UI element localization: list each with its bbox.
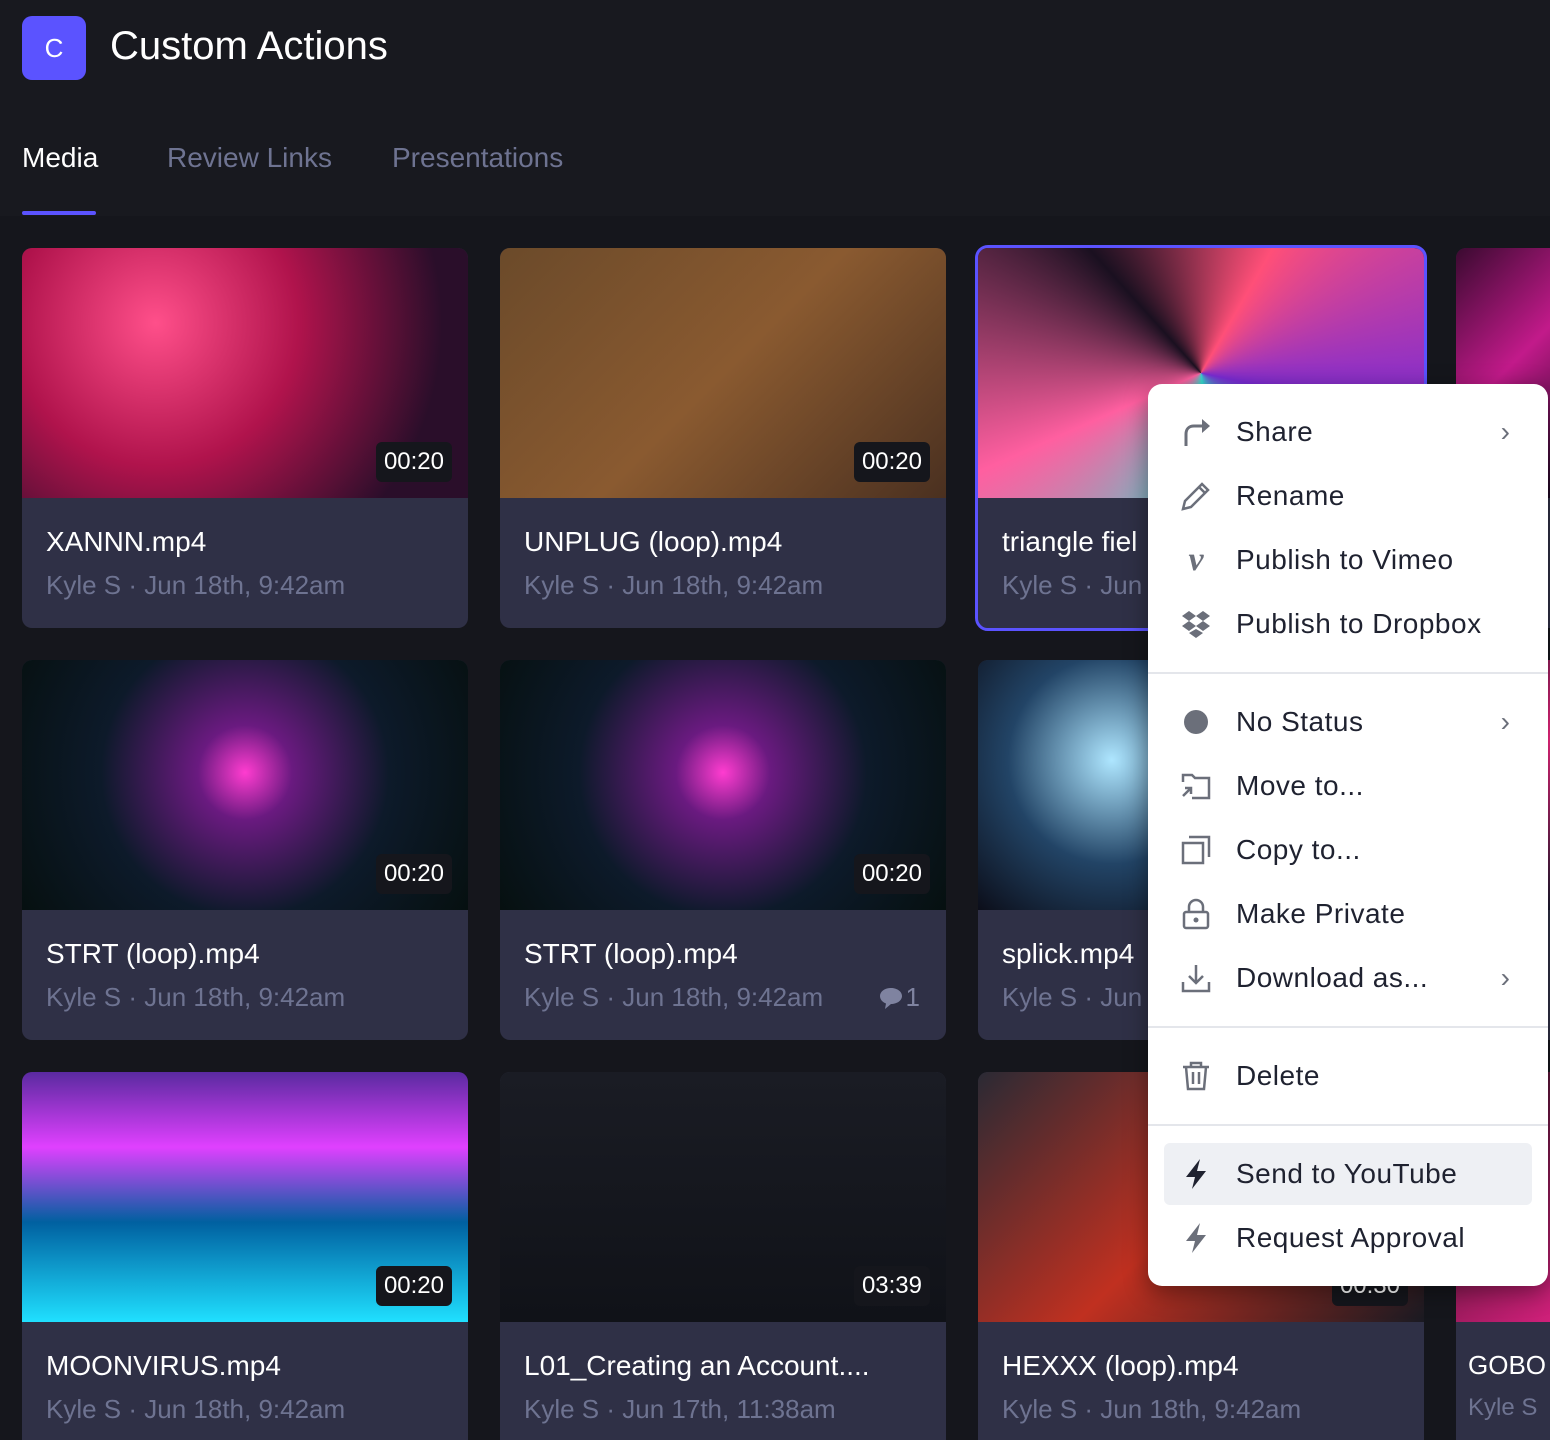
file-meta: Kyle S · Jun 18th, 9:42am [46, 570, 346, 600]
menu-item-request-approval[interactable]: Request Approval [1164, 1207, 1532, 1269]
file-meta: Kyle S [1468, 1394, 1538, 1421]
duration-badge: 00:20 [375, 1266, 452, 1306]
chevron-right-icon: › [1500, 416, 1510, 447]
chevron-right-icon: › [1500, 706, 1510, 737]
menu-label: Send to YouTube [1236, 1158, 1458, 1189]
vimeo-icon: v [1188, 541, 1204, 578]
share-arrow-icon [1178, 416, 1214, 448]
file-name: GOBO [1468, 1350, 1547, 1380]
tab-review-links[interactable]: Review Links [167, 142, 332, 174]
chevron-right-icon: › [1500, 962, 1510, 993]
duration-badge: 00:20 [853, 442, 930, 482]
media-card[interactable]: 00:20 MOONVIRUS.mp4 Kyle S · Jun 18th, 9:4… [22, 1072, 468, 1440]
file-name: MOONVIRUS.mp4 [46, 1350, 281, 1381]
project-avatar[interactable]: C [22, 16, 86, 80]
menu-label: Rename [1236, 480, 1345, 511]
file-name: splick.mp4 [1002, 938, 1135, 969]
header: C Custom Actions Media Review Links Pres… [0, 0, 1550, 216]
file-name: STRT (loop).mp4 [524, 938, 738, 969]
menu-label: Copy to... [1236, 834, 1361, 865]
menu-item-rename[interactable]: Rename [1164, 465, 1532, 527]
duration-badge: 03:39 [853, 1266, 930, 1306]
media-card[interactable]: 00:20 XANNN.mp4 Kyle S · Jun 18th, 9:42am [22, 248, 468, 628]
duration-badge: 00:20 [375, 442, 452, 482]
comment-count-value: 1 [905, 982, 920, 1012]
menu-item-copy[interactable]: Copy to... [1164, 819, 1532, 881]
lightning-icon [1178, 1158, 1214, 1190]
media-card[interactable]: 00:20 UNPLUG (loop).mp4 Kyle S · Jun 18th,… [500, 248, 946, 628]
file-name: UNPLUG (loop).mp4 [524, 526, 783, 557]
file-meta: Kyle S · Jun [1002, 982, 1143, 1012]
menu-label: No Status [1236, 706, 1364, 737]
file-name: STRT (loop).mp4 [46, 938, 260, 969]
file-meta: Kyle S · Jun 18th, 9:42am [524, 570, 824, 600]
lightning-icon [1178, 1222, 1214, 1254]
duration-badge: 00:20 [853, 854, 930, 894]
menu-label: Request Approval [1236, 1222, 1466, 1253]
file-meta: Kyle S · Jun 18th, 9:42am [1002, 1394, 1302, 1424]
status-dot-icon [1178, 708, 1214, 736]
menu-divider [1148, 1026, 1548, 1028]
media-card[interactable]: 00:20 STRT (loop).mp4 Kyle S · Jun 18th, 9… [500, 660, 946, 1040]
menu-item-delete[interactable]: Delete [1164, 1045, 1532, 1107]
file-meta: Kyle S · Jun 18th, 9:42am [46, 1394, 346, 1424]
pencil-icon [1178, 480, 1214, 512]
page-title: Custom Actions [110, 24, 388, 68]
lock-icon [1178, 898, 1214, 930]
tab-presentations[interactable]: Presentations [392, 142, 563, 174]
file-meta: Kyle S · Jun [1002, 570, 1143, 600]
file-name: triangle fiel [1002, 526, 1138, 557]
menu-item-send-youtube[interactable]: Send to YouTube [1164, 1143, 1532, 1205]
tab-media[interactable]: Media [22, 142, 98, 174]
move-folder-icon [1178, 770, 1214, 802]
menu-label: Publish to Vimeo [1236, 544, 1454, 575]
menu-label: Download as... [1236, 962, 1429, 993]
comment-count[interactable]: 1 [878, 982, 920, 1013]
dropbox-icon [1178, 608, 1214, 640]
menu-label: Publish to Dropbox [1236, 608, 1482, 639]
menu-divider [1148, 1124, 1548, 1126]
menu-item-publish-vimeo[interactable]: v Publish to Vimeo [1164, 529, 1532, 591]
menu-item-status[interactable]: No Status › [1164, 691, 1532, 753]
media-card[interactable]: 03:39 L01_Creating an Account.... Kyle S ·… [500, 1072, 946, 1440]
menu-item-move[interactable]: Move to... [1164, 755, 1532, 817]
comment-bubble-icon [879, 987, 902, 1009]
duration-badge: 00:20 [375, 854, 452, 894]
file-name: L01_Creating an Account.... [524, 1350, 870, 1381]
menu-item-share[interactable]: Share › [1164, 401, 1532, 463]
active-tab-indicator [22, 211, 96, 215]
context-menu: Share › Rename v Publish to Vimeo Publish … [1148, 384, 1548, 1286]
file-name: HEXXX (loop).mp4 [1002, 1350, 1239, 1381]
menu-divider [1148, 672, 1548, 674]
menu-label: Delete [1236, 1060, 1320, 1091]
file-name: XANNN.mp4 [46, 526, 207, 557]
file-meta: Kyle S · Jun 17th, 11:38am [524, 1394, 836, 1424]
menu-item-download[interactable]: Download as... › [1164, 947, 1532, 1009]
file-meta: Kyle S · Jun 18th, 9:42am [46, 982, 346, 1012]
trash-icon [1178, 1060, 1214, 1092]
menu-label: Make Private [1236, 898, 1406, 929]
menu-item-make-private[interactable]: Make Private [1164, 883, 1532, 945]
media-card[interactable]: 00:20 STRT (loop).mp4 Kyle S · Jun 18th, 9… [22, 660, 468, 1040]
menu-label: Move to... [1236, 770, 1364, 801]
copy-icon [1178, 834, 1214, 866]
download-icon [1178, 962, 1214, 994]
menu-label: Share [1236, 416, 1314, 447]
menu-item-publish-dropbox[interactable]: Publish to Dropbox [1164, 593, 1532, 655]
file-meta: Kyle S · Jun 18th, 9:42am [524, 982, 824, 1012]
